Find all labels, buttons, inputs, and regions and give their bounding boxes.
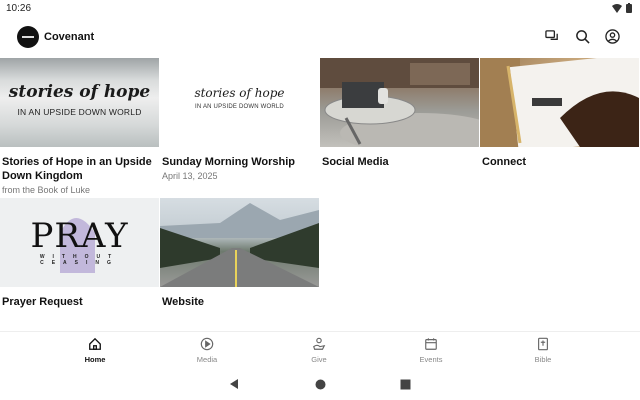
social-media-photo [320,58,479,147]
nav-item-media[interactable]: Media [167,336,247,364]
app-actions [544,28,620,44]
nav-label: Bible [534,355,552,364]
tile-title[interactable]: Social Media [322,155,481,169]
sunday-worship-tile[interactable]: stories of hope IN AN UPSIDE DOWN WORLD [160,58,319,147]
nav-label: Events [419,355,443,364]
tile-title[interactable]: Website [162,295,321,309]
chat-icon[interactable] [544,28,560,44]
recents-icon[interactable] [400,377,411,395]
tile-art-script: stories of hope [194,86,285,100]
home-circle-icon[interactable] [315,377,326,395]
nav-label: Media [196,355,218,364]
status-time: 10:26 [6,3,32,14]
tile-title[interactable]: Prayer Request [2,295,161,309]
tile-art-subtitle: IN AN UPSIDE DOWN WORLD [17,107,142,117]
church-logo [17,26,39,48]
account-icon[interactable] [604,28,620,44]
nav-item-give[interactable]: Give [279,336,359,364]
nav-item-bible[interactable]: Bible [503,336,583,364]
tile-title[interactable]: Connect [482,155,640,169]
stories-of-hope-tile[interactable]: stories of hope IN AN UPSIDE DOWN WORLD [0,58,159,147]
back-icon[interactable] [229,377,239,395]
home-icon [55,336,135,352]
battery-icon [626,3,632,13]
system-navigation-bar [0,370,640,400]
tile-title[interactable]: Stories of Hope in an Upside Down Kingdo… [2,155,161,183]
nav-label: Home [84,355,106,364]
wifi-icon [612,3,622,13]
tile-art-script: stories of hope [8,82,151,102]
calendar-icon [391,336,471,352]
status-icons [612,3,632,13]
nav-item-events[interactable]: Events [391,336,471,364]
app-bar: Covenant [0,20,640,56]
tile-art-subtitle: IN AN UPSIDE DOWN WORLD [195,104,284,110]
website-tile[interactable] [160,198,319,287]
tile-subtitle: April 13, 2025 [162,171,218,181]
play-icon [167,336,247,352]
give-icon [279,336,359,352]
app-title: Covenant [44,31,95,43]
nav-label: Give [311,355,327,364]
prayer-request-tile[interactable]: PRAY WITHOUT CEASING [0,198,159,287]
search-icon[interactable] [574,28,590,44]
connect-tile[interactable] [480,58,639,147]
connect-photo [480,58,639,147]
bible-icon [503,336,583,352]
tile-title[interactable]: Sunday Morning Worship [162,155,321,169]
social-media-tile[interactable] [320,58,479,147]
tile-art-word: PRAY [30,216,129,256]
tile-art-subtitle: WITHOUT CEASING [39,254,120,266]
tile-subtitle: from the Book of Luke [2,185,91,195]
nav-item-home[interactable]: Home [55,336,135,364]
road-photo [160,203,319,287]
bottom-navigation: Home Media Give Events Bible [0,331,640,369]
status-bar: 10:26 [0,0,640,18]
